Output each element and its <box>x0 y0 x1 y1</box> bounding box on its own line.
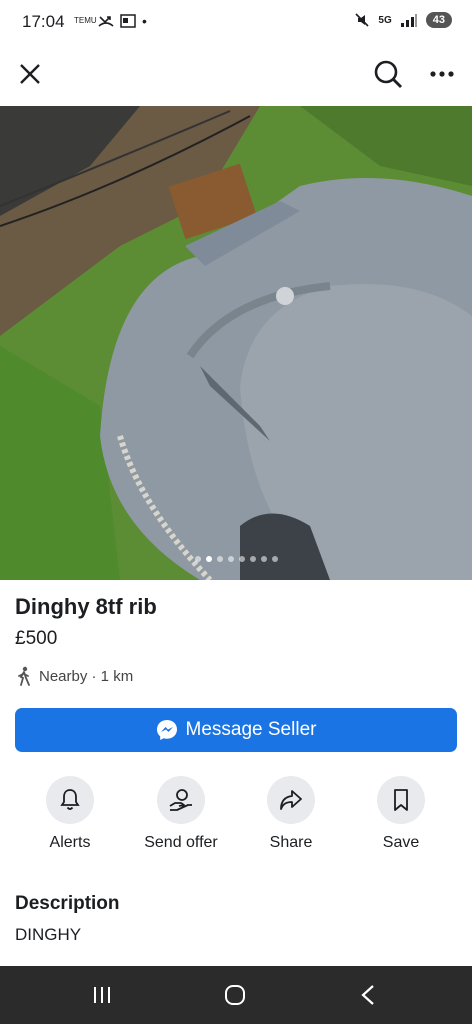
weather-temu-icon: TEMU <box>74 16 97 25</box>
description-text: DINGHY <box>15 925 82 944</box>
share-label: Share <box>269 834 313 851</box>
status-time: 17:04 <box>22 12 65 31</box>
alerts-action[interactable]: Alerts <box>15 776 125 852</box>
walking-icon <box>18 666 30 686</box>
bookmark-icon <box>394 789 408 811</box>
more-icon <box>430 71 454 77</box>
status-right: 5G 43 <box>354 12 452 28</box>
app-bar <box>0 48 472 104</box>
share-button[interactable] <box>267 776 315 824</box>
messenger-icon <box>156 720 177 740</box>
offer-icon <box>169 789 192 811</box>
search-button[interactable] <box>368 54 408 94</box>
back-icon <box>361 985 374 1005</box>
home-button[interactable] <box>215 980 255 1010</box>
recent-apps-button[interactable] <box>82 980 122 1010</box>
home-icon <box>225 985 245 1005</box>
photo-dot[interactable] <box>271 556 278 562</box>
description-heading: Description <box>15 893 120 914</box>
save-button[interactable] <box>377 776 425 824</box>
missed-call-icon <box>98 16 114 27</box>
mute-icon <box>355 13 369 27</box>
listing-location: Nearby · 1 km <box>15 666 133 686</box>
send-offer-label: Send offer <box>144 834 218 851</box>
listing-price: £500 <box>15 628 58 649</box>
photo-dot-active[interactable] <box>205 556 212 562</box>
photo-dot[interactable] <box>216 556 223 562</box>
save-action[interactable]: Save <box>346 776 456 852</box>
photo-dot[interactable] <box>238 556 245 562</box>
photo-pagination <box>0 556 472 562</box>
location-text: Nearby · 1 km <box>39 667 134 685</box>
close-button[interactable] <box>10 54 50 94</box>
bell-icon <box>60 789 80 810</box>
search-icon <box>374 60 402 88</box>
share-icon <box>280 790 302 810</box>
message-seller-label: Message Seller <box>185 719 317 740</box>
status-notification-icons: TEMU • <box>74 13 147 29</box>
share-action[interactable]: Share <box>236 776 346 852</box>
action-row: Alerts Send offer Share Save <box>0 776 472 856</box>
photo-dot[interactable] <box>194 556 201 562</box>
photo-dot[interactable] <box>227 556 234 562</box>
photo-dot[interactable] <box>260 556 267 562</box>
alerts-button[interactable] <box>46 776 94 824</box>
battery-level: 43 <box>425 12 452 28</box>
listing-photo[interactable] <box>0 106 472 580</box>
alerts-label: Alerts <box>49 834 91 851</box>
send-offer-action[interactable]: Send offer <box>126 776 236 852</box>
photo-dot[interactable] <box>249 556 256 562</box>
status-bar: 17:04 TEMU • 5G 43 <box>0 0 472 44</box>
dot-icon: • <box>142 13 147 29</box>
network-type: 5G <box>378 14 392 26</box>
recent-apps-icon <box>94 987 110 1003</box>
dinghy-photo-image <box>0 106 472 580</box>
signal-icon <box>400 14 417 27</box>
back-button[interactable] <box>348 980 388 1010</box>
save-label: Save <box>382 834 420 851</box>
listing-title: Dinghy 8tf rib <box>15 594 157 619</box>
send-offer-button[interactable] <box>157 776 205 824</box>
system-nav-bar <box>0 966 472 1024</box>
close-icon <box>20 64 40 84</box>
gallery-icon <box>120 14 136 28</box>
message-seller-button[interactable]: Message Seller <box>15 708 457 752</box>
more-button[interactable] <box>422 54 462 94</box>
